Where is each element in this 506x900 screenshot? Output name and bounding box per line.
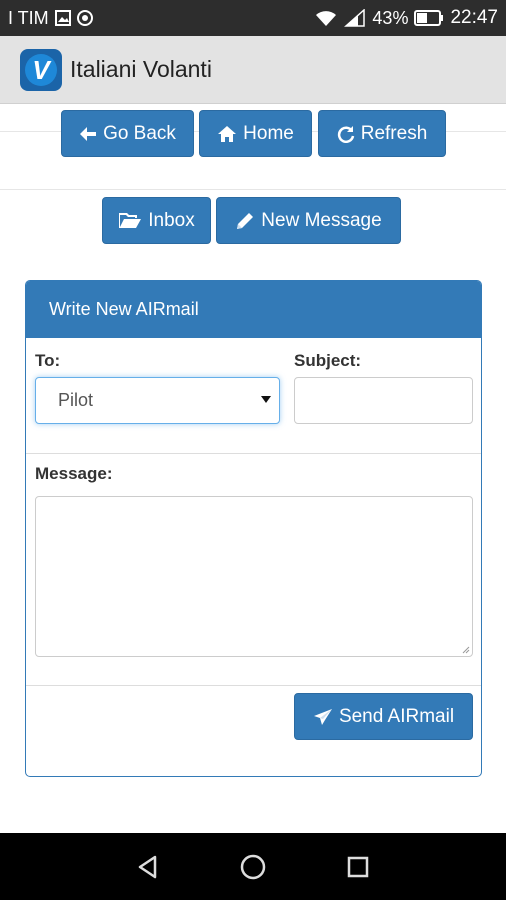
send-airmail-button[interactable]: Send AIRmail <box>294 693 473 740</box>
to-label: To: <box>35 351 61 370</box>
clock: 22:47 <box>450 7 498 28</box>
go-back-label: Go Back <box>103 122 176 144</box>
send-airmail-label: Send AIRmail <box>338 705 455 727</box>
refresh-icon <box>337 125 354 143</box>
panel-heading: Write New AIRmail <box>26 281 481 338</box>
svg-text:V: V <box>32 55 52 85</box>
status-bar: I TIM 43% 22:47 <box>0 0 506 36</box>
carrier-name: I TIM <box>8 7 49 28</box>
battery-percent: 43% <box>372 7 409 28</box>
form-divider <box>26 453 481 454</box>
refresh-label: Refresh <box>360 122 428 144</box>
send-icon <box>313 708 332 725</box>
wifi-icon <box>314 9 338 27</box>
recents-nav-button[interactable] <box>338 847 378 887</box>
home-label: Home <box>243 122 294 144</box>
go-back-button[interactable]: Go Back <box>61 110 194 157</box>
battery-icon <box>414 10 444 26</box>
arrow-left-icon <box>80 126 97 141</box>
home-button[interactable]: Home <box>199 110 312 157</box>
signal-icon <box>344 9 366 27</box>
subject-label: Subject: <box>294 351 362 370</box>
new-message-label: New Message <box>261 209 382 231</box>
nav-divider <box>0 189 506 190</box>
message-label: Message: <box>35 464 113 483</box>
status-bar-right: 43% 22:47 <box>314 7 498 29</box>
recents-square-icon <box>348 856 369 877</box>
chevron-down-icon <box>261 396 271 403</box>
footer-divider <box>26 685 481 686</box>
resize-grip-icon[interactable] <box>462 646 470 654</box>
inbox-button[interactable]: Inbox <box>102 197 211 244</box>
write-airmail-panel: Write New AIRmail To: Pilot Subject: Mes… <box>25 280 482 777</box>
to-select[interactable]: Pilot <box>35 377 280 424</box>
message-textarea[interactable] <box>35 496 473 657</box>
home-nav-button[interactable] <box>233 847 273 887</box>
status-bar-left: I TIM <box>8 8 93 29</box>
to-select-value: Pilot <box>58 390 94 410</box>
chrome-notification-icon <box>76 10 93 26</box>
home-circle-icon <box>240 854 266 879</box>
app-title: Italiani Volanti <box>70 56 212 82</box>
refresh-button[interactable]: Refresh <box>318 110 446 157</box>
app-bar: V Italiani Volanti <box>0 36 506 104</box>
app-logo: V <box>20 48 62 91</box>
system-nav-bar <box>0 833 506 900</box>
pencil-icon <box>237 212 254 229</box>
new-message-button[interactable]: New Message <box>216 197 401 244</box>
subject-input[interactable] <box>294 377 473 424</box>
gallery-notification-icon <box>54 10 71 26</box>
inbox-label: Inbox <box>148 209 195 231</box>
back-triangle-icon <box>138 855 156 878</box>
folder-open-icon <box>119 212 142 228</box>
home-icon <box>218 125 237 142</box>
back-nav-button[interactable] <box>128 847 168 887</box>
